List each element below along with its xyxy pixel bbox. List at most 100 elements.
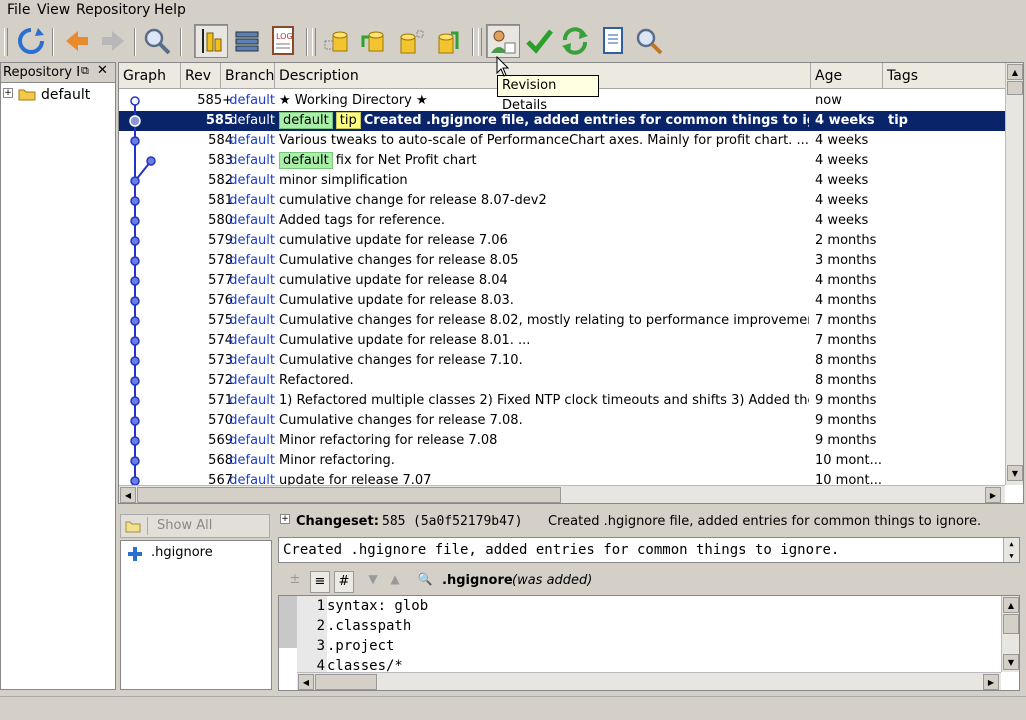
scroll-thumb-horizontal[interactable]	[315, 674, 377, 690]
scroll-up-button[interactable]: ▲	[1003, 597, 1019, 613]
branch-cell: default	[229, 293, 275, 308]
description-text: Cumulative changes for release 8.05	[279, 253, 519, 268]
description-cell: 1) Refactored multiple classes 2) Fixed …	[279, 391, 809, 411]
grid-vertical-scrollbar[interactable]: ▲ ▼	[1005, 63, 1023, 485]
table-row[interactable]: 571 default 1) Refactored multiple classes…	[119, 391, 1005, 411]
scroll-right-button[interactable]: ▶	[983, 674, 999, 690]
push-button[interactable]	[432, 24, 466, 58]
diff-line: 1 syntax: glob	[297, 596, 428, 616]
table-row[interactable]: 581 default cumulative change for release …	[119, 191, 1005, 211]
graph-node	[130, 96, 140, 106]
diff-mode-icon[interactable]: ±	[286, 572, 304, 592]
commit-message-box[interactable]: Created .hgignore file, added entries fo…	[278, 537, 1020, 563]
age-cell: 4 weeks	[815, 133, 869, 148]
menu-repository[interactable]: Repository	[76, 2, 150, 18]
line-number-toggle[interactable]: #	[334, 571, 354, 593]
close-icon[interactable]: ✕	[97, 63, 108, 78]
diff-vertical-scrollbar[interactable]: ▲ ▼	[1001, 596, 1019, 672]
scroll-thumb[interactable]	[1003, 614, 1019, 634]
grid-horizontal-scrollbar[interactable]: ◀ ▶	[119, 485, 1005, 503]
table-row[interactable]: 578 default Cumulative changes for release…	[119, 251, 1005, 271]
scroll-down-button[interactable]: ▼	[1003, 654, 1019, 670]
menu-file[interactable]: File	[7, 2, 30, 18]
diff-horizontal-scrollbar[interactable]: ◀ ▶	[297, 672, 1001, 690]
repository-tree-root[interactable]: default	[41, 87, 90, 103]
pull-button[interactable]	[356, 24, 390, 58]
log-icon: LOG	[272, 26, 294, 55]
description-text: Created .hgignore file, added entries fo…	[363, 113, 809, 128]
find-button[interactable]	[140, 24, 174, 58]
manifest-button[interactable]	[596, 24, 630, 58]
tags-cell	[886, 351, 986, 371]
column-rev[interactable]: Rev	[181, 63, 221, 89]
description-cell: Cumulative update for release 8.03.	[279, 291, 809, 311]
table-row[interactable]: 575 default Cumulative changes for release…	[119, 311, 1005, 331]
column-graph[interactable]: Graph	[119, 63, 181, 89]
table-row[interactable]: 582 default minor simplification 4 weeks	[119, 171, 1005, 191]
refresh-button[interactable]	[14, 24, 48, 58]
scroll-thumb[interactable]	[1007, 81, 1023, 95]
show-all-button[interactable]: Show All	[157, 518, 212, 533]
file-list-item[interactable]: .hgignore	[127, 545, 269, 563]
outgoing-button[interactable]	[394, 24, 428, 58]
mouse-cursor-icon	[496, 56, 510, 77]
search-button[interactable]	[632, 24, 666, 58]
scroll-up-button[interactable]: ▲	[1007, 64, 1023, 80]
table-row[interactable]: 568 default Minor refactoring. 10 mont...	[119, 451, 1005, 471]
scroll-left-button[interactable]: ◀	[298, 674, 314, 690]
column-tags[interactable]: Tags	[883, 63, 1005, 89]
table-row[interactable]: 574 default Cumulative update for release …	[119, 331, 1005, 351]
line-text: .classpath	[327, 618, 412, 634]
column-branch[interactable]: Branch	[221, 63, 275, 89]
revision-details-button[interactable]	[486, 24, 520, 58]
scroll-right-button[interactable]: ▶	[985, 487, 1001, 503]
annotate-icon[interactable]: 🔍	[416, 572, 434, 592]
table-row[interactable]: 576 default Cumulative update for release …	[119, 291, 1005, 311]
expand-icon[interactable]: +	[3, 88, 13, 98]
next-diff-icon[interactable]: ▼	[364, 572, 382, 592]
table-row[interactable]: 569 default Minor refactoring for release …	[119, 431, 1005, 451]
undock-icon[interactable]: ⧉	[81, 64, 89, 78]
revision-graph-button[interactable]	[194, 24, 228, 58]
forward-button[interactable]	[96, 24, 130, 58]
line-number: 2	[297, 616, 327, 636]
toolbar-grip[interactable]	[4, 28, 8, 56]
tags-cell	[886, 311, 986, 331]
menu-view[interactable]: View	[37, 2, 70, 18]
menu-help[interactable]: Help	[154, 2, 186, 18]
incoming-button[interactable]	[320, 24, 354, 58]
table-row[interactable]: 583 default default fix for Net Profit char…	[119, 151, 1005, 171]
table-row[interactable]: 584 default Various tweaks to auto-scale o…	[119, 131, 1005, 151]
back-button[interactable]	[60, 24, 94, 58]
table-row[interactable]: 572 default Refactored. 8 months	[119, 371, 1005, 391]
age-cell: 9 months	[815, 413, 877, 428]
table-row[interactable]: 585 default default tip Created .hgignore fi…	[119, 111, 1005, 131]
diff-toolbar: ± ≡ # ▼ ▲ 🔍 .hgignore (was added)	[278, 570, 1024, 594]
repository-button[interactable]	[230, 24, 264, 58]
column-age[interactable]: Age	[811, 63, 883, 89]
tags-cell	[886, 251, 986, 271]
folder-filter-icon[interactable]	[125, 519, 141, 533]
expand-changeset-icon[interactable]: +	[280, 514, 290, 524]
graph-node	[130, 276, 140, 286]
description-cell: Cumulative changes for release 8.05	[279, 251, 809, 271]
scroll-down-button[interactable]: ▼	[1007, 465, 1023, 481]
sync-button[interactable]	[558, 24, 592, 58]
commit-button[interactable]	[522, 24, 556, 58]
table-row[interactable]: 579 default cumulative update for release …	[119, 231, 1005, 251]
age-cell: 4 weeks	[815, 193, 869, 208]
table-row[interactable]: 580 default Added tags for reference. 4 wee…	[119, 211, 1005, 231]
branch-cell: default	[229, 153, 275, 168]
table-row[interactable]: 570 default Cumulative changes for release…	[119, 411, 1005, 431]
message-spin-button[interactable]: ▲ ▼	[1003, 538, 1019, 562]
branch-cell: default	[229, 313, 275, 328]
description-cell: Cumulative changes for release 7.10.	[279, 351, 809, 371]
log-button[interactable]: LOG	[266, 24, 300, 58]
diff-list-icon[interactable]: ≡	[310, 571, 330, 593]
table-row[interactable]: 577 default cumulative update for release …	[119, 271, 1005, 291]
description-text: fix for Net Profit chart	[335, 153, 477, 168]
scroll-left-button[interactable]: ◀	[120, 487, 136, 503]
prev-diff-icon[interactable]: ▲	[386, 572, 404, 592]
table-row[interactable]: 573 default Cumulative changes for release…	[119, 351, 1005, 371]
scroll-thumb-horizontal[interactable]	[137, 487, 561, 503]
